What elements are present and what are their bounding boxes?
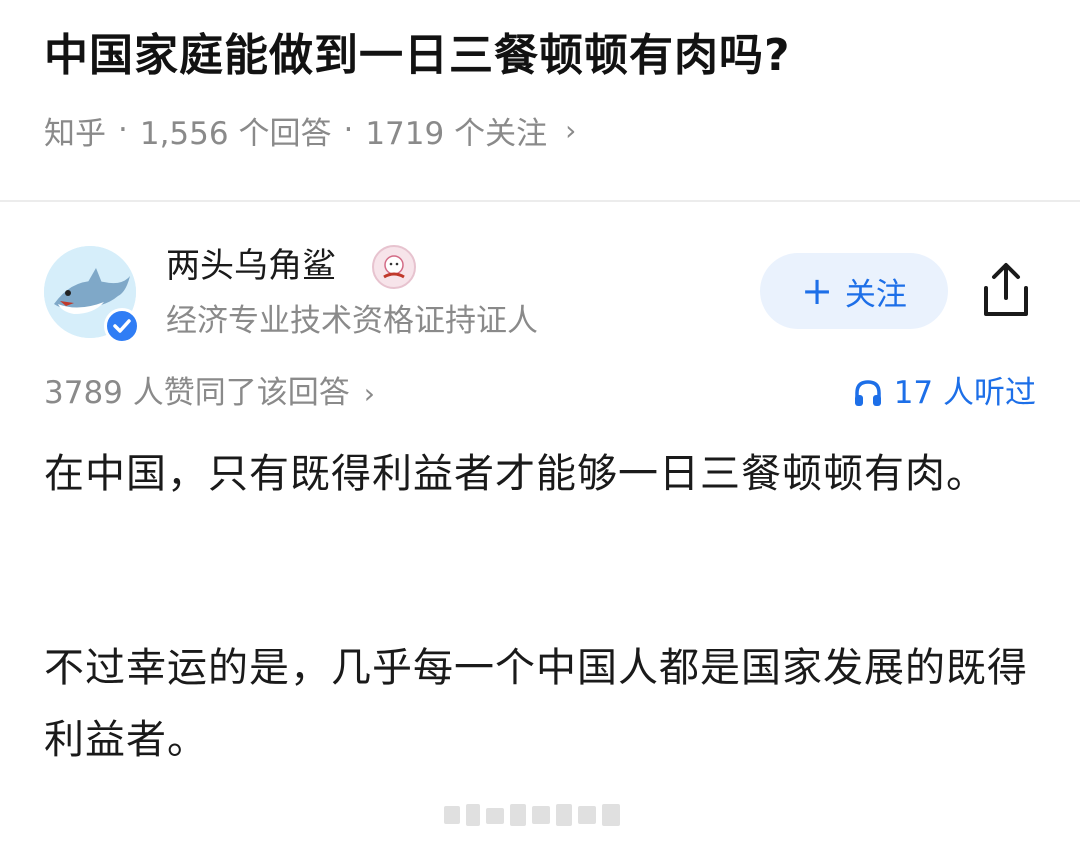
listen-count-link[interactable]: 17 人听过: [852, 371, 1036, 415]
likes-summary[interactable]: 3789 人赞同了该回答 ›: [44, 371, 375, 416]
plus-icon: +: [801, 269, 833, 313]
separator-dot: ·: [118, 112, 128, 148]
share-icon[interactable]: [978, 260, 1034, 320]
follower-count: 1719 个关注: [365, 115, 548, 152]
author-name[interactable]: 两头乌角鲨: [166, 244, 336, 288]
verified-badge-icon: [104, 308, 140, 344]
question-meta[interactable]: 知乎 · 1,556 个回答 · 1719 个关注 ›: [44, 106, 576, 154]
answer-paragraph: 在中国，只有既得利益者才能够一日三餐顿顿有肉。: [44, 451, 987, 497]
listen-count: 17 人听过: [893, 375, 1036, 411]
source-label: 知乎: [44, 115, 106, 152]
author-badge-icon: [372, 245, 416, 289]
follow-button[interactable]: + 关注: [760, 253, 948, 329]
watermark-logo: [444, 804, 620, 826]
chevron-right-icon: ›: [565, 113, 577, 147]
follow-button-label: 关注: [844, 276, 907, 313]
headphones-icon: [854, 380, 881, 406]
chevron-right-icon: ›: [363, 377, 375, 410]
author-description: 经济专业技术资格证持证人: [166, 303, 538, 339]
answer-count: 1,556 个回答: [139, 115, 332, 152]
question-title[interactable]: 中国家庭能做到一日三餐顿顿有肉吗?: [44, 24, 1044, 88]
separator-dot: ·: [343, 112, 354, 148]
answer-paragraph: 不过幸运的是，几乎每一个中国人都是国家发展的既得利益者。: [44, 645, 1028, 763]
section-divider: [0, 200, 1080, 202]
likes-count: 3789 人赞同了该回答: [44, 375, 350, 411]
